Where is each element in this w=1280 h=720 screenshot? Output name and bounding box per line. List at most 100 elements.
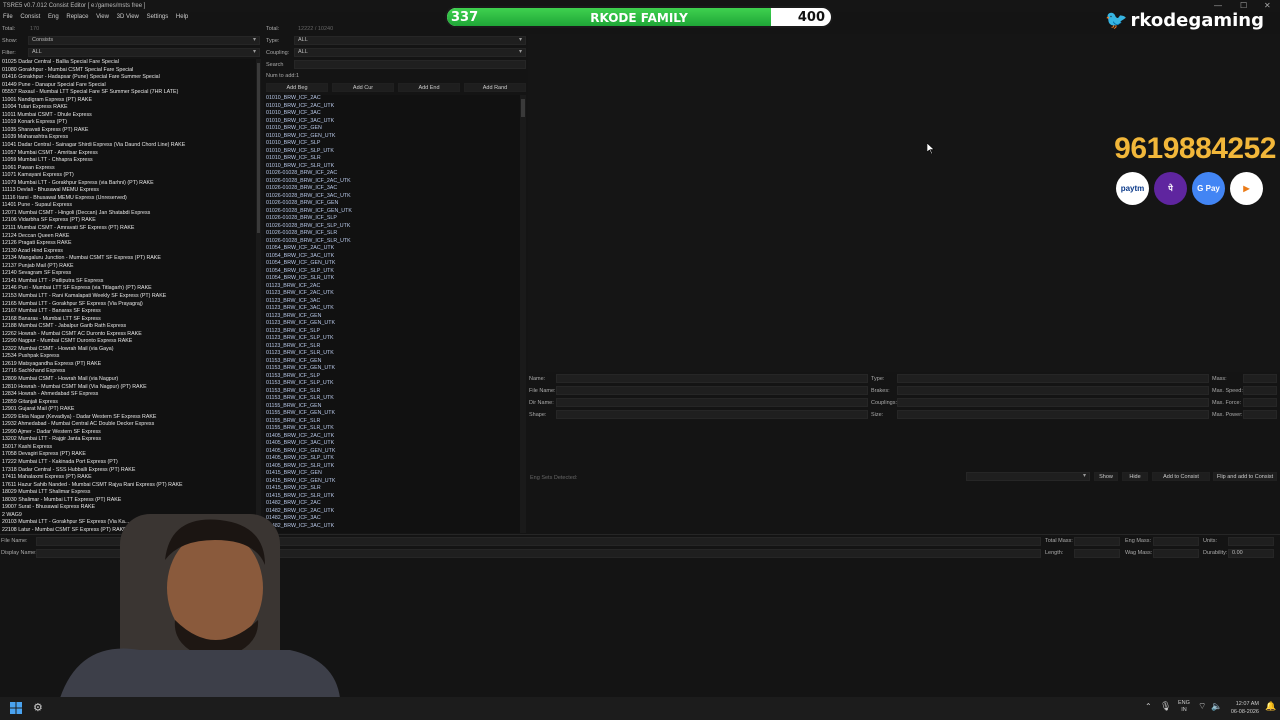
wagon-list-item[interactable]: 01010_BRW_ICF_SLR — [264, 155, 520, 163]
consist-list-item[interactable]: 11041 Dadar Central - Sainagar Shirdi Ex… — [0, 142, 256, 150]
consist-list-item[interactable]: 12165 Mumbai LTT - Gorakhpur SF Express … — [0, 301, 256, 309]
consist-list-item[interactable]: 12137 Punjab Mail (PT) RAKE — [0, 263, 256, 271]
consist-list-item[interactable]: 12167 Mumbai LTT - Banaras SF Express — [0, 308, 256, 316]
wagon-list-item[interactable]: 01405_BRW_ICF_2AC_UTK — [264, 433, 520, 441]
consist-scroll-thumb[interactable] — [257, 63, 260, 233]
wagon-list-item[interactable]: 01155_BRW_ICF_GEN — [264, 403, 520, 411]
wagon-list-item[interactable]: 01123_BRW_ICF_SLR_UTK — [264, 350, 520, 358]
consist-list-item[interactable]: 01416 Gorakhpur - Hadapsar (Pune) Specia… — [0, 74, 256, 82]
consist-list-item[interactable]: 01080 Gorakhpur - Mumbai CSMT Special Fa… — [0, 67, 256, 75]
add-rand-button[interactable]: Add Rand — [464, 83, 526, 92]
wagon-list-item[interactable]: 01482_BRW_ICF_2AC — [264, 500, 520, 508]
consist-list-item[interactable]: 11059 Mumbai LTT - Chhapra Express — [0, 157, 256, 165]
wagon-list-item[interactable]: 01026-01028_BRW_ICF_SLP — [264, 215, 520, 223]
wagon-list-item[interactable]: 01415_BRW_ICF_SLR — [264, 485, 520, 493]
durability-field[interactable]: 0.00 — [1228, 549, 1274, 558]
wagon-scroll-thumb[interactable] — [521, 99, 525, 117]
consist-list-item[interactable]: 11113 Devlali - Bhusawal MEMU Express — [0, 187, 256, 195]
search-input[interactable] — [294, 60, 526, 69]
wagon-list-item[interactable]: 01054_BRW_ICF_GEN_UTK — [264, 260, 520, 268]
wagon-list-item[interactable]: 01153_BRW_ICF_SLR_UTK — [264, 395, 520, 403]
wagon-list-item[interactable]: 01123_BRW_ICF_SLP — [264, 328, 520, 336]
consist-list-item[interactable]: 12134 Mangaluru Junction - Mumbai CSMT S… — [0, 255, 256, 263]
coupling-select[interactable]: ALL — [294, 48, 526, 57]
consist-list-item[interactable]: 12929 Ekta Nagar (Kevadiya) - Dadar West… — [0, 414, 256, 422]
wagon-list-item[interactable]: 01155_BRW_ICF_SLR — [264, 418, 520, 426]
wagon-list-item[interactable]: 01026-01028_BRW_ICF_3AC — [264, 185, 520, 193]
wagon-list-item[interactable]: 01123_BRW_ICF_3AC_UTK — [264, 305, 520, 313]
microphone-icon[interactable]: 🎙 — [1160, 701, 1171, 712]
menu-eng[interactable]: Eng — [48, 14, 59, 20]
wagon-list-item[interactable]: 01415_BRW_ICF_GEN — [264, 470, 520, 478]
consist-list-item[interactable]: 12111 Mumbai CSMT - Amravati SF Express … — [0, 225, 256, 233]
wagon-list-item[interactable]: 01123_BRW_ICF_2AC — [264, 283, 520, 291]
wagon-list-item[interactable]: 01010_BRW_ICF_GEN — [264, 125, 520, 133]
wagon-list-item[interactable]: 01010_BRW_ICF_3AC_UTK — [264, 118, 520, 126]
wagon-list-item[interactable]: 01153_BRW_ICF_SLP — [264, 373, 520, 381]
consist-list-item[interactable]: 12146 Puri - Mumbai LTT SF Express (via … — [0, 285, 256, 293]
consist-list-item[interactable]: 17611 Hazur Sahib Nanded - Mumbai CSMT R… — [0, 482, 256, 490]
consist-list-item[interactable]: 01025 Dadar Central - Ballia Special Far… — [0, 59, 256, 67]
consist-list-item[interactable]: 18030 Shalimar - Mumbai LTT Express (PT)… — [0, 497, 256, 505]
hide-button[interactable]: Hide — [1122, 472, 1148, 481]
consist-list-item[interactable]: 12834 Howrah - Ahmedabad SF Express — [0, 391, 256, 399]
wagon-list-item[interactable]: 01010_BRW_ICF_2AC_UTK — [264, 103, 520, 111]
consist-list-item[interactable]: 12322 Mumbai CSMT - Howrah Mail (via Gay… — [0, 346, 256, 354]
wagon-list-item[interactable]: 01123_BRW_ICF_2AC_UTK — [264, 290, 520, 298]
consist-list-item[interactable]: 11035 Sharavati Express (PT) RAKE — [0, 127, 256, 135]
units-field[interactable] — [1228, 537, 1274, 546]
consist-list-item[interactable]: 12990 Ajmer - Dadar Western SF Express — [0, 429, 256, 437]
clock[interactable]: 12:07 AM 06-08-2026 — [1227, 700, 1259, 716]
consist-list-item[interactable]: 12619 Matsyagandha Express (PT) RAKE — [0, 361, 256, 369]
menu-consist[interactable]: Consist — [20, 14, 40, 20]
wagon-list-item[interactable]: 01123_BRW_ICF_SLP_UTK — [264, 335, 520, 343]
consist-list-item[interactable]: 11011 Mumbai CSMT - Dhule Express — [0, 112, 256, 120]
wagon-list-item[interactable]: 01123_BRW_ICF_GEN — [264, 313, 520, 321]
consist-list-item[interactable]: 17222 Mumbai LTT - Kakinada Port Express… — [0, 459, 256, 467]
wagon-list-item[interactable]: 01415_BRW_ICF_GEN_UTK — [264, 478, 520, 486]
consist-list-item[interactable]: 12716 Sachkhand Express — [0, 368, 256, 376]
consist-list-item[interactable]: 12130 Azad Hind Express — [0, 248, 256, 256]
consist-list-item[interactable]: 18029 Mumbai LTT Shalimar Express — [0, 489, 256, 497]
consist-list-item[interactable]: 12168 Banaras - Mumbai LTT SF Express — [0, 316, 256, 324]
consist-list-item[interactable]: 11057 Mumbai CSMT - Amritsar Express — [0, 150, 256, 158]
menu-view[interactable]: View — [96, 14, 109, 20]
consist-list-item[interactable]: 17318 Dadar Central - SSS Hubballi Expre… — [0, 467, 256, 475]
notification-bell-icon[interactable]: 🔔 — [1265, 701, 1276, 712]
wagon-list-item[interactable]: 01026-01028_BRW_ICF_3AC_UTK — [264, 193, 520, 201]
consist-list-scrollbar[interactable] — [256, 59, 261, 533]
consist-list-item[interactable]: 12262 Howrah - Mumbai CSMT AC Duronto Ex… — [0, 331, 256, 339]
consist-list-item[interactable]: 12810 Howrah - Mumbai CSMT Mail (Via Nag… — [0, 384, 256, 392]
add-end-button[interactable]: Add End — [398, 83, 460, 92]
wagon-list-item[interactable]: 01010_BRW_ICF_SLP — [264, 140, 520, 148]
wagon-list-item[interactable]: 01123_BRW_ICF_GEN_UTK — [264, 320, 520, 328]
consist-list-item[interactable]: 17058 Devagiri Express (PT) RAKE — [0, 451, 256, 459]
volume-icon[interactable]: 🔈 — [1211, 701, 1222, 712]
windows-start-icon[interactable] — [10, 702, 22, 714]
consist-list-item[interactable]: 15017 Kashi Express — [0, 444, 256, 452]
menu-help[interactable]: Help — [176, 14, 188, 20]
consist-list-item[interactable]: 12141 Mumbai LTT - Patliputra SF Express — [0, 278, 256, 286]
wagon-list-item[interactable]: 01026-01028_BRW_ICF_2AC_UTK — [264, 178, 520, 186]
wagon-list-item[interactable]: 01054_BRW_ICF_SLR_UTK — [264, 275, 520, 283]
eng-sets-select[interactable] — [966, 472, 1090, 481]
wagon-list-item[interactable]: 01405_BRW_ICF_3AC_UTK — [264, 440, 520, 448]
consist-list-item[interactable]: 11401 Pune - Supaul Express — [0, 202, 256, 210]
wagon-list-item[interactable]: 01026-01028_BRW_ICF_2AC — [264, 170, 520, 178]
consist-list-item[interactable]: 12071 Mumbai CSMT - Hingoli (Deccan) Jan… — [0, 210, 256, 218]
consist-list[interactable]: 01025 Dadar Central - Ballia Special Far… — [0, 59, 256, 533]
wagon-list-item[interactable]: 01010_BRW_ICF_SLP_UTK — [264, 148, 520, 156]
consist-list-item[interactable]: 12534 Pushpak Express — [0, 353, 256, 361]
add-beg-button[interactable]: Add Beg — [266, 83, 328, 92]
wagon-list-item[interactable]: 01010_BRW_ICF_GEN_UTK — [264, 133, 520, 141]
consist-list-item[interactable]: 11061 Pawan Express — [0, 165, 256, 173]
wagon-list-item[interactable]: 01405_BRW_ICF_SLP_UTK — [264, 455, 520, 463]
consist-list-item[interactable]: 11039 Maharashtra Express — [0, 134, 256, 142]
consist-list-item[interactable]: 12106 Vidarbha SF Express (PT) RAKE — [0, 217, 256, 225]
wagon-list-item[interactable]: 01026-01028_BRW_ICF_SLP_UTK — [264, 223, 520, 231]
menu-file[interactable]: File — [3, 14, 13, 20]
consist-list-item[interactable]: 12126 Pragati Express RAKE — [0, 240, 256, 248]
consist-list-item[interactable]: 12290 Nagpur - Mumbai CSMT Duronto Expre… — [0, 338, 256, 346]
wagon-list-item[interactable]: 01415_BRW_ICF_SLR_UTK — [264, 493, 520, 501]
wifi-icon[interactable]: ⌔ — [1198, 701, 1206, 712]
